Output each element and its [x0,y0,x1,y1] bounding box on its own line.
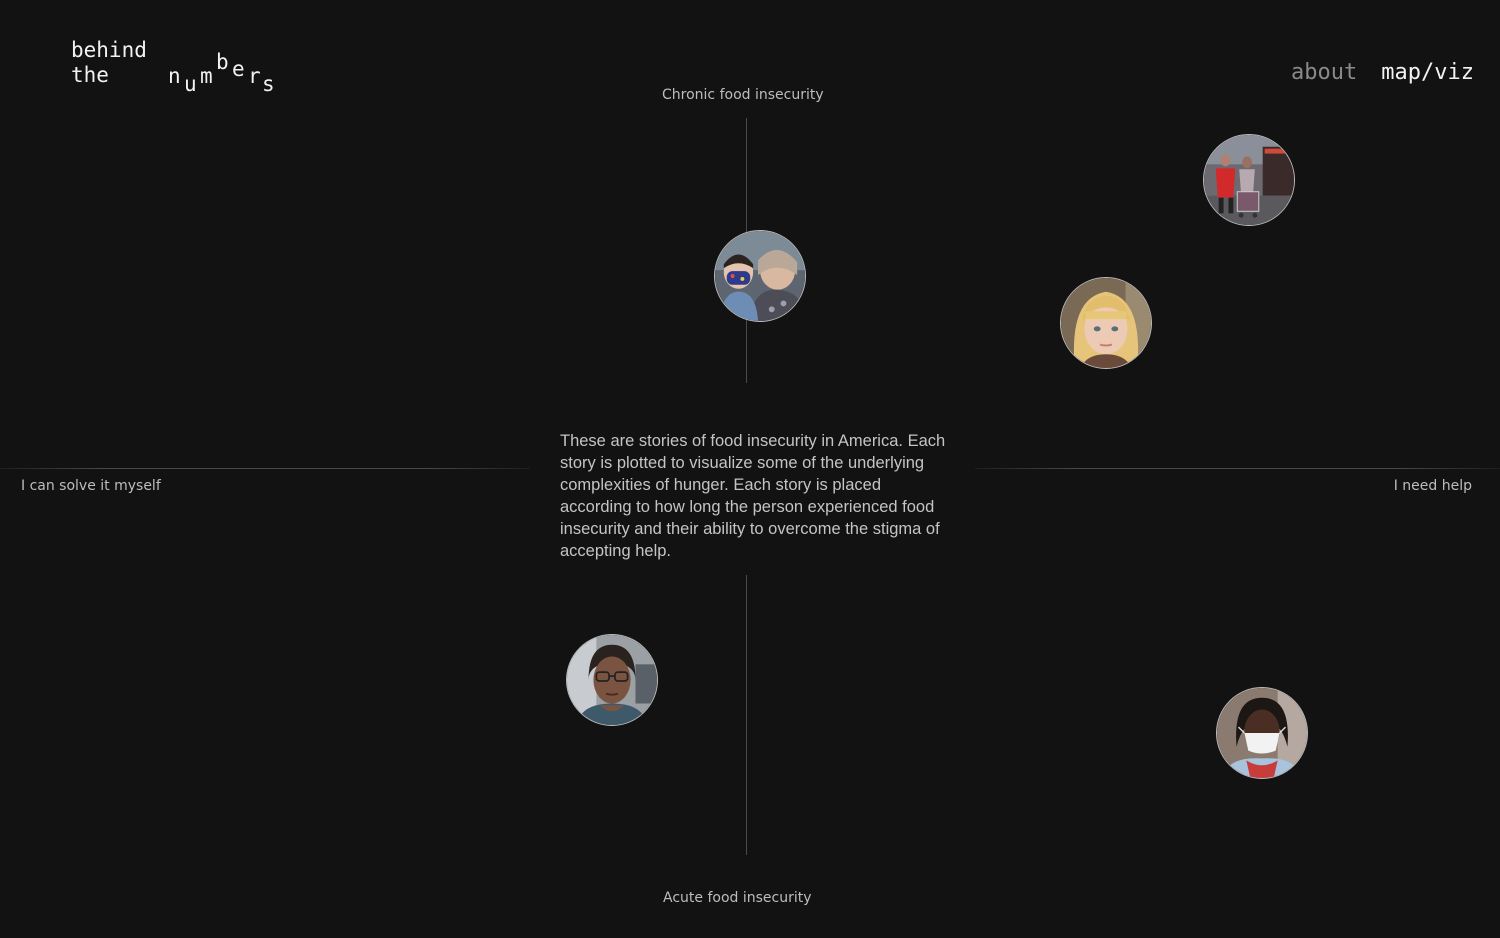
axis-label-chronic: Chronic food insecurity [662,87,824,103]
story-photo [1204,135,1294,225]
logo-letter-e: e [232,57,245,81]
logo-letter-r: r [248,64,261,88]
nav-mapviz-link[interactable]: map/viz [1381,60,1474,85]
story-photo [1217,688,1307,778]
nav-about-link[interactable]: about [1291,60,1357,85]
logo-letter-u: u [184,72,197,96]
story-blonde-girl[interactable] [1060,277,1152,369]
site-logo[interactable]: behind the n u m b e r s [71,38,291,98]
axis-label-self-solve: I can solve it myself [21,478,161,494]
axis-line-right [975,468,1500,469]
axis-line-bottom [746,575,747,855]
logo-letter-s: s [262,72,275,96]
axis-line-left [0,468,530,469]
logo-letter-m: m [200,64,213,88]
story-boy-and-grandmother[interactable] [714,230,806,322]
logo-letter-n: n [168,64,181,88]
story-woman-glasses[interactable] [566,634,658,726]
story-woman-mask[interactable] [1216,687,1308,779]
logo-word-behind: behind [71,38,147,62]
logo-word-the: the [71,63,109,87]
story-photo [715,231,805,321]
axis-label-acute: Acute food insecurity [663,890,812,906]
top-nav: about map/viz [1291,60,1474,85]
story-photo [567,635,657,725]
story-photo [1061,278,1151,368]
axis-label-need-help: I need help [1393,478,1472,494]
intro-description: These are stories of food insecurity in … [560,431,946,560]
story-people-with-cart[interactable] [1203,134,1295,226]
logo-letter-b: b [216,50,229,74]
